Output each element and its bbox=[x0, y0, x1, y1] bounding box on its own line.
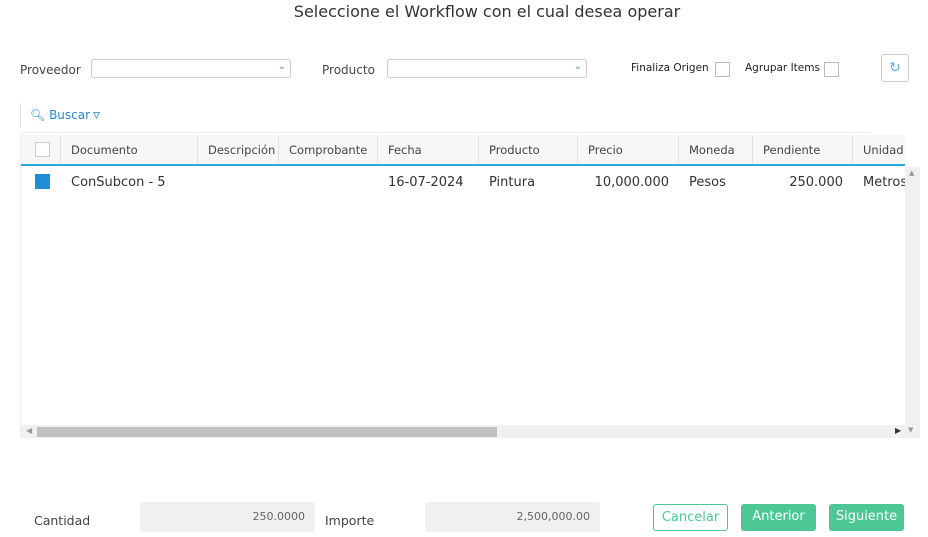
cell-pendiente: 250.000 bbox=[789, 175, 843, 190]
workflow-grid: Documento Descripción Comprobante Fecha … bbox=[20, 135, 920, 438]
finaliza-origen-checkbox[interactable] bbox=[715, 62, 730, 77]
select-all-checkbox[interactable] bbox=[35, 142, 50, 157]
col-comprobante[interactable]: Comprobante bbox=[279, 135, 378, 164]
agrupar-items-label: Agrupar Items bbox=[745, 62, 820, 74]
row-select-cell: ✓ bbox=[21, 167, 61, 197]
producto-label: Producto bbox=[322, 63, 375, 77]
refresh-icon: ↻ bbox=[889, 60, 901, 76]
col-documento[interactable]: Documento bbox=[61, 135, 198, 164]
col-unidad[interactable]: Unidad bbox=[853, 135, 905, 164]
cell-fecha: 16-07-2024 bbox=[388, 175, 464, 190]
row-checkbox[interactable]: ✓ bbox=[35, 174, 50, 189]
cell-precio: 10,000.000 bbox=[594, 175, 669, 190]
cell-moneda: Pesos bbox=[689, 175, 726, 190]
toolbar-divider bbox=[20, 103, 21, 128]
scroll-right-icon[interactable]: ▶ bbox=[895, 426, 901, 435]
finaliza-origen-label: Finaliza Origen bbox=[631, 62, 709, 74]
search-icon: 🔍︎ bbox=[30, 108, 46, 122]
filter-icon[interactable]: ▿ bbox=[93, 107, 100, 123]
col-fecha[interactable]: Fecha bbox=[378, 135, 479, 164]
scroll-up-icon[interactable]: ▲ bbox=[909, 169, 914, 177]
scroll-left-icon[interactable]: ◀ bbox=[26, 426, 32, 435]
col-moneda[interactable]: Moneda bbox=[679, 135, 753, 164]
chevron-down-icon: ⌄ bbox=[277, 61, 286, 72]
divider bbox=[20, 132, 870, 133]
scrollbar-thumb[interactable] bbox=[37, 427, 497, 437]
cell-descripcion bbox=[198, 167, 279, 197]
refresh-button[interactable]: ↻ bbox=[881, 54, 909, 82]
col-descripcion[interactable]: Descripción bbox=[198, 135, 279, 164]
importe-field: 2,500,000.00 bbox=[425, 502, 600, 532]
select-all-cell bbox=[21, 135, 61, 164]
dialog-title: Seleccione el Workflow con el cual desea… bbox=[293, 2, 681, 21]
proveedor-select[interactable]: ⌄ bbox=[91, 59, 291, 78]
proveedor-label: Proveedor bbox=[20, 63, 81, 77]
cell-unidad: Metros bbox=[863, 175, 905, 190]
cancelar-button[interactable]: Cancelar bbox=[653, 504, 728, 531]
cantidad-label: Cantidad bbox=[34, 513, 91, 528]
table-row[interactable]: ✓ ConSubcon - 5 16-07-2024 Pintura 10,00… bbox=[21, 167, 905, 197]
chevron-down-icon: ⌄ bbox=[573, 61, 582, 72]
col-pendiente[interactable]: Pendiente bbox=[753, 135, 853, 164]
cell-documento: ConSubcon - 5 bbox=[71, 175, 166, 190]
importe-label: Importe bbox=[325, 513, 375, 528]
cell-producto: Pintura bbox=[489, 175, 536, 190]
siguiente-button[interactable]: Siguiente bbox=[829, 504, 904, 531]
vertical-scrollbar[interactable]: ▲ bbox=[905, 167, 920, 425]
grid-header: Documento Descripción Comprobante Fecha … bbox=[21, 135, 905, 166]
col-producto[interactable]: Producto bbox=[479, 135, 578, 164]
producto-select[interactable]: ⌄ bbox=[387, 59, 587, 78]
buscar-button[interactable]: 🔍︎ Buscar bbox=[30, 108, 90, 122]
col-precio[interactable]: Precio bbox=[578, 135, 679, 164]
horizontal-scrollbar[interactable]: ◀ ▶ ▼ bbox=[21, 425, 920, 438]
scroll-down-icon[interactable]: ▼ bbox=[908, 426, 913, 434]
cantidad-field: 250.0000 bbox=[140, 502, 315, 532]
agrupar-items-checkbox[interactable] bbox=[824, 62, 839, 77]
cell-comprobante bbox=[279, 167, 378, 197]
buscar-label: Buscar bbox=[49, 108, 91, 122]
anterior-button[interactable]: Anterior bbox=[741, 504, 816, 531]
